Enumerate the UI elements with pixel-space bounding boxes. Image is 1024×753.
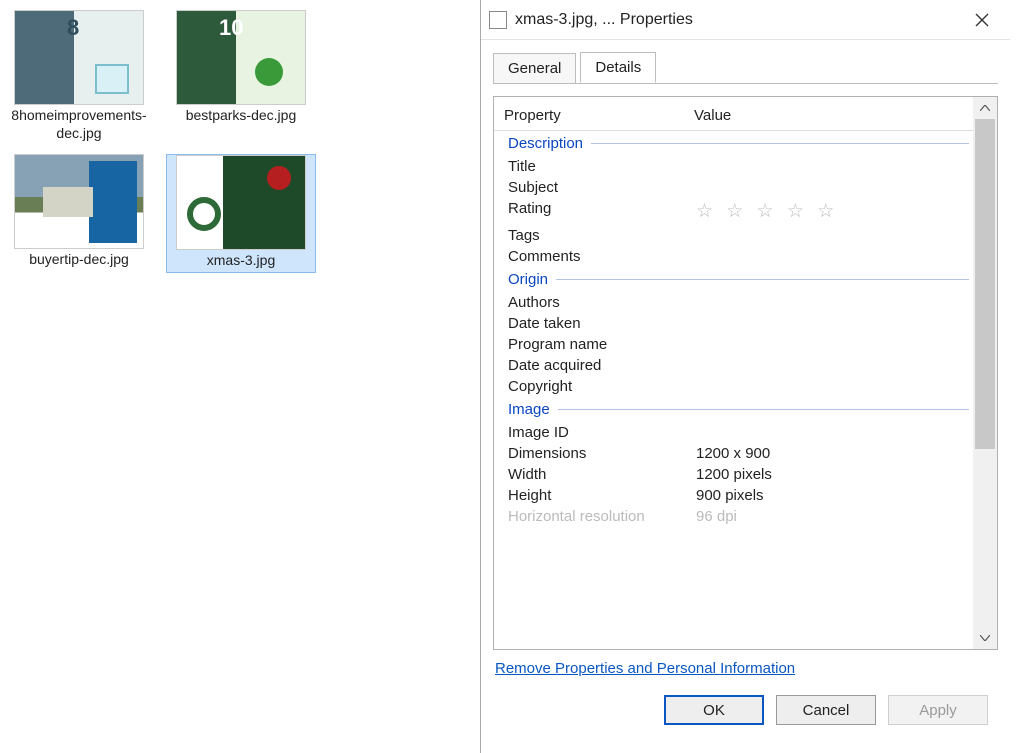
property-value[interactable]: [696, 158, 973, 175]
section-rule: [556, 279, 969, 280]
column-property: Property: [504, 107, 694, 124]
property-name: Date taken: [508, 315, 696, 332]
property-row[interactable]: Date taken: [494, 313, 973, 334]
property-row[interactable]: Authors: [494, 292, 973, 313]
property-name: Program name: [508, 336, 696, 353]
cancel-button[interactable]: Cancel: [776, 695, 876, 725]
property-row[interactable]: Copyright: [494, 376, 973, 397]
document-icon: [489, 11, 507, 29]
column-value: Value: [694, 107, 973, 124]
property-row[interactable]: Horizontal resolution 96 dpi: [494, 506, 973, 527]
scroll-up-button[interactable]: [973, 97, 997, 119]
tab-details[interactable]: Details: [580, 52, 656, 83]
file-name: 8homeimprovements-dec.jpg: [4, 105, 154, 144]
section-rule: [591, 143, 969, 144]
section-origin: Origin: [494, 267, 973, 292]
property-row[interactable]: Subject: [494, 177, 973, 198]
properties-header: Property Value: [494, 101, 973, 131]
details-sheet: Property Value Description Title Subject: [481, 84, 1010, 753]
property-row[interactable]: Comments: [494, 246, 973, 267]
property-name: Height: [508, 487, 696, 504]
property-row[interactable]: Height 900 pixels: [494, 485, 973, 506]
property-row[interactable]: Program name: [494, 334, 973, 355]
section-image: Image: [494, 397, 973, 422]
property-value[interactable]: 1200 pixels: [696, 466, 973, 483]
file-item-selected[interactable]: xmas-3.jpg: [166, 154, 316, 273]
chevron-down-icon: [980, 635, 990, 641]
tabbar: General Details: [481, 40, 1010, 83]
properties-dialog: xmas-3.jpg, ... Properties General Detai…: [480, 0, 1010, 753]
property-name: Copyright: [508, 378, 696, 395]
property-value[interactable]: [696, 357, 973, 374]
property-row[interactable]: Rating ☆ ☆ ☆ ☆ ☆: [494, 198, 973, 225]
section-description: Description: [494, 131, 973, 156]
file-item[interactable]: buyertip-dec.jpg: [4, 154, 154, 273]
file-grid: 8homeimprovements-dec.jpg bestparks-dec.…: [0, 0, 480, 753]
property-name: Image ID: [508, 424, 696, 441]
property-value[interactable]: 96 dpi: [696, 508, 973, 525]
file-name: buyertip-dec.jpg: [29, 249, 129, 271]
property-value[interactable]: [696, 424, 973, 441]
file-name: bestparks-dec.jpg: [186, 105, 297, 127]
dialog-titlebar[interactable]: xmas-3.jpg, ... Properties: [481, 0, 1010, 40]
property-name: Comments: [508, 248, 696, 265]
property-value[interactable]: 1200 x 900: [696, 445, 973, 462]
chevron-up-icon: [980, 105, 990, 111]
remove-properties-link[interactable]: Remove Properties and Personal Informati…: [493, 650, 998, 681]
section-label: Origin: [508, 271, 556, 288]
property-name: Rating: [508, 200, 696, 223]
dialog-buttons: OK Cancel Apply: [493, 681, 998, 741]
file-item[interactable]: 8homeimprovements-dec.jpg: [4, 10, 154, 144]
property-value[interactable]: [696, 227, 973, 244]
property-name: Authors: [508, 294, 696, 311]
property-value[interactable]: [696, 294, 973, 311]
property-value[interactable]: [696, 336, 973, 353]
apply-button: Apply: [888, 695, 988, 725]
scroll-thumb[interactable]: [975, 119, 995, 449]
file-thumbnail: [176, 10, 306, 105]
section-label: Description: [508, 135, 591, 152]
file-name: xmas-3.jpg: [203, 250, 279, 272]
section-label: Image: [508, 401, 558, 418]
property-row[interactable]: Image ID: [494, 422, 973, 443]
file-thumbnail: [14, 10, 144, 105]
scroll-down-button[interactable]: [973, 627, 997, 649]
property-value[interactable]: [696, 179, 973, 196]
property-value[interactable]: [696, 248, 973, 265]
close-icon: [975, 13, 989, 27]
dialog-title: xmas-3.jpg, ... Properties: [515, 11, 962, 29]
close-button[interactable]: [962, 5, 1002, 35]
property-value[interactable]: 900 pixels: [696, 487, 973, 504]
property-row[interactable]: Title: [494, 156, 973, 177]
scrollbar[interactable]: [973, 97, 997, 649]
properties-viewport: Property Value Description Title Subject: [494, 97, 973, 649]
property-name: Dimensions: [508, 445, 696, 462]
property-row[interactable]: Tags: [494, 225, 973, 246]
property-name: Date acquired: [508, 357, 696, 374]
property-value[interactable]: [696, 315, 973, 332]
property-value[interactable]: [696, 378, 973, 395]
property-row[interactable]: Date acquired: [494, 355, 973, 376]
property-name: Title: [508, 158, 696, 175]
file-thumbnail: [176, 155, 306, 250]
section-rule: [558, 409, 969, 410]
properties-list: Property Value Description Title Subject: [493, 96, 998, 650]
property-row[interactable]: Width 1200 pixels: [494, 464, 973, 485]
rating-stars[interactable]: ☆ ☆ ☆ ☆ ☆: [696, 200, 973, 223]
file-item[interactable]: bestparks-dec.jpg: [166, 10, 316, 144]
file-thumbnail: [14, 154, 144, 249]
tab-general[interactable]: General: [493, 53, 576, 84]
ok-button[interactable]: OK: [664, 695, 764, 725]
property-row[interactable]: Dimensions 1200 x 900: [494, 443, 973, 464]
property-name: Subject: [508, 179, 696, 196]
property-name: Horizontal resolution: [508, 508, 696, 525]
property-name: Width: [508, 466, 696, 483]
property-name: Tags: [508, 227, 696, 244]
